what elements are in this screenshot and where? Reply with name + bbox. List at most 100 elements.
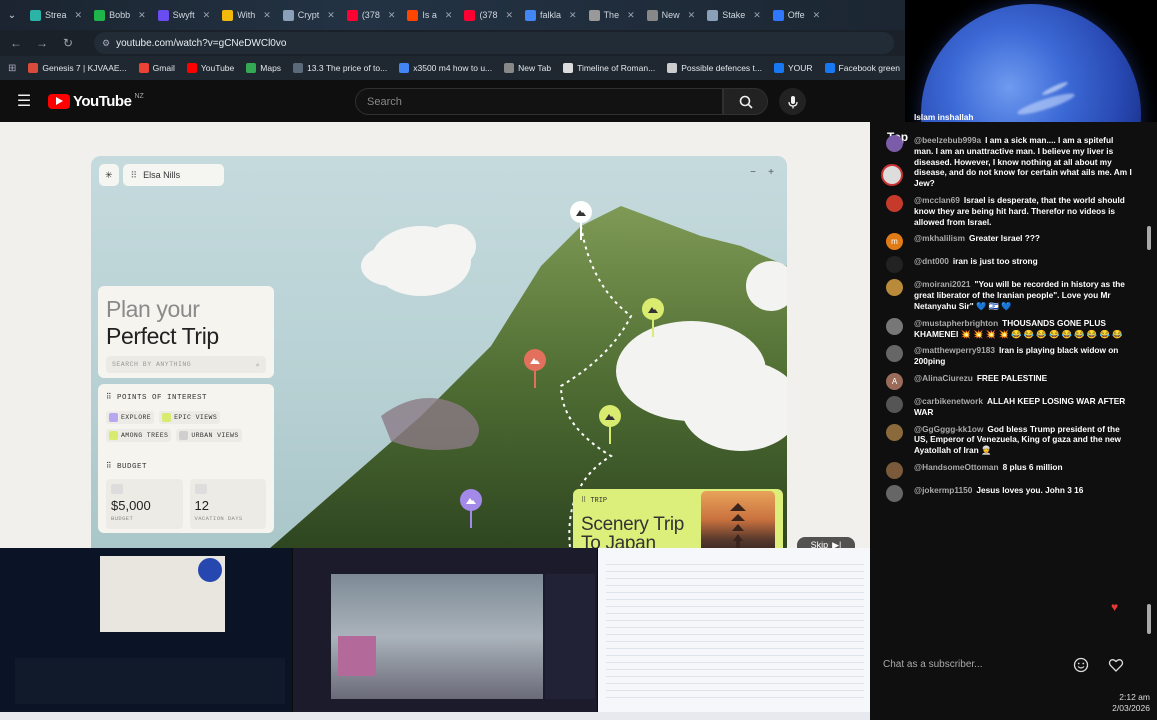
- browser-tab[interactable]: With ✕: [216, 0, 277, 30]
- forward-arrow-icon[interactable]: →: [34, 36, 50, 50]
- browser-tab[interactable]: Stake ✕: [701, 0, 767, 30]
- bookmark-item[interactable]: New Tab: [504, 63, 551, 73]
- browser-tab[interactable]: Swyft ✕: [152, 0, 217, 30]
- system-clock[interactable]: 2:12 am 2/03/2026: [1090, 692, 1150, 714]
- message-author[interactable]: @jokermp1150: [914, 485, 972, 495]
- window-preview-spreadsheet[interactable]: [598, 548, 870, 712]
- star-chip[interactable]: ✳: [99, 164, 119, 186]
- close-icon[interactable]: ✕: [327, 10, 335, 21]
- heart-icon[interactable]: [1108, 657, 1124, 673]
- close-icon[interactable]: ✕: [569, 10, 577, 21]
- message-author[interactable]: @mustapherbrighton: [914, 318, 998, 328]
- poi-tag[interactable]: EPIC VIEWS: [159, 411, 221, 424]
- message-author[interactable]: @beelzebub999a: [914, 135, 981, 145]
- window-preview-youtube[interactable]: [0, 548, 292, 712]
- user-chip[interactable]: ⠿ Elsa Nills: [122, 164, 225, 186]
- browser-tab[interactable]: Strea ✕: [24, 0, 88, 30]
- plan-search-field[interactable]: SEARCH BY ANYTHING ⌕: [106, 356, 266, 373]
- browser-tab[interactable]: (378 ✕: [341, 0, 402, 30]
- bookmark-item[interactable]: Genesis 7 | KJVAAE...: [28, 63, 127, 73]
- poi-tag[interactable]: AMONG TREES: [106, 429, 172, 442]
- youtube-logo[interactable]: YouTube NZ: [48, 93, 144, 110]
- window-preview-stream[interactable]: [293, 548, 597, 712]
- browser-tab[interactable]: The ✕: [583, 0, 641, 30]
- skip-ad-button[interactable]: Skip ▶|: [797, 537, 855, 548]
- close-icon[interactable]: ✕: [388, 10, 396, 21]
- map-pin-yellow-2[interactable]: [599, 405, 621, 444]
- avatar[interactable]: [886, 345, 903, 363]
- search-input[interactable]: Search: [355, 88, 723, 115]
- chat-scrollbar[interactable]: [1147, 222, 1151, 642]
- avatar[interactable]: [886, 423, 903, 441]
- scroll-thumb[interactable]: [1147, 226, 1151, 250]
- avatar[interactable]: [886, 256, 903, 274]
- avatar[interactable]: [886, 135, 903, 152]
- avatar[interactable]: m: [886, 233, 903, 251]
- avatar[interactable]: [886, 194, 903, 212]
- bookmark-item[interactable]: Timeline of Roman...: [563, 63, 655, 73]
- close-icon[interactable]: ✕: [688, 10, 696, 21]
- avatar[interactable]: [886, 461, 903, 479]
- zoom-in-icon[interactable]: +: [765, 166, 777, 178]
- close-icon[interactable]: ✕: [263, 10, 271, 21]
- menu-icon[interactable]: ☰: [0, 91, 48, 111]
- back-arrow-icon[interactable]: ←: [8, 36, 24, 50]
- tab-search-icon[interactable]: ⌄: [0, 10, 24, 21]
- avatar[interactable]: [886, 317, 903, 335]
- voice-search-button[interactable]: [779, 88, 806, 115]
- site-info-icon[interactable]: ⚙: [102, 38, 110, 49]
- message-author[interactable]: @carbikenetwork: [914, 396, 983, 406]
- trip-card[interactable]: ⠿ TRIP Scenery Trip To Japan: [573, 489, 783, 548]
- reload-icon[interactable]: ↻: [60, 36, 76, 50]
- message-author[interactable]: @mcclan69: [914, 195, 960, 205]
- days-cell[interactable]: 12 VACATION DAYS: [189, 479, 266, 529]
- browser-tab[interactable]: falkla ✕: [519, 0, 583, 30]
- map-pin-red[interactable]: [524, 349, 546, 388]
- emoji-icon[interactable]: [1073, 657, 1089, 673]
- close-icon[interactable]: ✕: [75, 10, 83, 21]
- message-author[interactable]: @matthewperry9183: [914, 345, 995, 355]
- avatar[interactable]: [886, 279, 903, 297]
- search-button[interactable]: [723, 88, 768, 115]
- message-author[interactable]: @mkhalilism: [914, 233, 965, 243]
- chat-input[interactable]: Chat as a subscriber...: [883, 649, 1083, 679]
- bookmark-item[interactable]: x3500 m4 how to u...: [399, 63, 492, 73]
- poi-tag[interactable]: EXPLORE: [106, 411, 155, 424]
- avatar[interactable]: [886, 484, 903, 502]
- close-icon[interactable]: ✕: [203, 10, 211, 21]
- scroll-thumb[interactable]: [1147, 604, 1151, 634]
- close-icon[interactable]: ✕: [813, 10, 821, 21]
- budget-cell[interactable]: $5,000 BUDGET: [106, 479, 183, 529]
- bookmark-item[interactable]: Gmail: [138, 63, 175, 73]
- map-pin-yellow[interactable]: [642, 298, 664, 337]
- bookmark-item[interactable]: Facebook green: [824, 63, 900, 73]
- close-icon[interactable]: ✕: [138, 10, 146, 21]
- map-pin-purple[interactable]: [460, 489, 482, 528]
- close-icon[interactable]: ✕: [505, 10, 513, 21]
- message-author[interactable]: @AlinaCiurezu: [914, 373, 973, 383]
- bookmark-item[interactable]: YOUR: [773, 63, 813, 73]
- browser-tab[interactable]: Is a ✕: [401, 0, 458, 30]
- close-icon[interactable]: ✕: [627, 10, 635, 21]
- message-author[interactable]: @dnt000: [914, 256, 949, 266]
- video-player[interactable]: ✳ ⠿ Elsa Nills − + Plan your Perfect Tri…: [0, 122, 870, 548]
- bookmark-item[interactable]: Maps: [246, 63, 281, 73]
- avatar[interactable]: [886, 395, 903, 413]
- message-author[interactable]: @HandsomeOttoman: [914, 462, 999, 472]
- browser-tab[interactable]: Bobb ✕: [88, 0, 152, 30]
- poi-tag[interactable]: URBAN VIEWS: [176, 429, 242, 442]
- apps-grid-icon[interactable]: ⊞: [8, 63, 16, 74]
- message-author[interactable]: @moirani2021: [914, 279, 971, 289]
- bookmark-item[interactable]: 13.3 The price of to...: [293, 63, 387, 73]
- bookmark-item[interactable]: YouTube: [186, 63, 234, 73]
- close-icon[interactable]: ✕: [753, 10, 761, 21]
- browser-tab[interactable]: Offe ✕: [767, 0, 826, 30]
- browser-tab[interactable]: (378 ✕: [458, 0, 519, 30]
- close-icon[interactable]: ✕: [445, 10, 453, 21]
- zoom-out-icon[interactable]: −: [747, 166, 759, 178]
- avatar[interactable]: A: [886, 372, 903, 390]
- browser-tab[interactable]: New ✕: [641, 0, 702, 30]
- browser-tab[interactable]: Crypt ✕: [277, 0, 341, 30]
- map-pin-white[interactable]: [570, 201, 592, 240]
- address-bar[interactable]: ⚙ youtube.com/watch?v=gCNeDWCl0vo: [94, 32, 894, 54]
